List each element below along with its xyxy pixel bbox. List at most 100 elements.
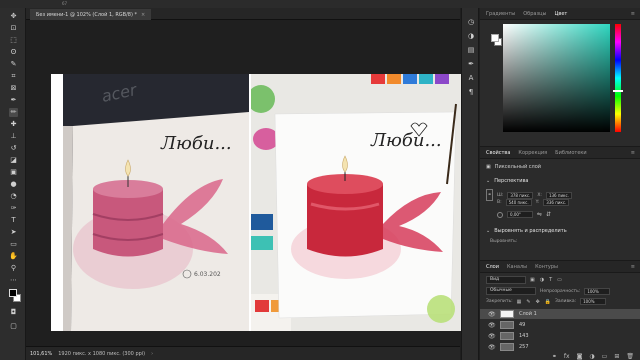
transform-section-header[interactable]: ⌄ Перспектива [486, 178, 529, 184]
visibility-eye-icon[interactable]: 👁 [488, 322, 496, 329]
filter-pixel-icon[interactable]: ▣ [530, 277, 535, 283]
color-panel [480, 20, 640, 148]
layer-row[interactable]: 👁 Слой 1 [480, 309, 640, 319]
quick-mask-icon[interactable]: ◘ [9, 308, 18, 317]
move-tool-icon[interactable]: ✥ [9, 12, 18, 21]
transform-section-title: Перспектива [494, 178, 529, 184]
layer-row[interactable]: 👁 49 [480, 320, 640, 330]
align-section-header[interactable]: ⌄ Выровнять и распределить [486, 228, 567, 234]
quick-select-icon[interactable]: ✎ [9, 60, 18, 69]
brush-settings-icon[interactable]: ✒ [467, 60, 475, 68]
new-group-icon[interactable]: ▭ [602, 353, 608, 360]
tab-gradients[interactable]: Градиенты [486, 11, 515, 17]
lasso-tool-icon[interactable]: ʘ [9, 48, 18, 57]
layer-row[interactable]: 👁 143 [480, 331, 640, 341]
lock-move-icon[interactable]: ✥ [536, 299, 540, 305]
angle-field[interactable]: 0,00° [507, 211, 533, 218]
character-panel-icon[interactable]: A [467, 74, 475, 82]
hue-slider[interactable] [615, 24, 621, 132]
clone-stamp-icon[interactable]: ⊥ [9, 132, 18, 141]
blur-tool-icon[interactable]: ● [9, 180, 18, 189]
color-panel-tabs: Градиенты Образцы Цвет ≡ [480, 8, 640, 20]
path-select-icon[interactable]: ➤ [9, 228, 18, 237]
link-layers-icon[interactable]: ⚭ [552, 353, 557, 360]
add-mask-icon[interactable]: ◙ [577, 353, 583, 360]
y-field[interactable]: 336 пикс. [543, 199, 570, 206]
visibility-eye-icon[interactable]: 👁 [488, 333, 496, 340]
frame-tool-icon[interactable]: ⊠ [9, 84, 18, 93]
opacity-label: Непрозрачность: [540, 288, 581, 294]
tab-libraries[interactable]: Библиотеки [555, 150, 587, 156]
delete-layer-icon[interactable]: 🗑 [626, 353, 634, 360]
tab-swatches[interactable]: Образцы [523, 11, 546, 17]
crop-tool-icon[interactable]: ⌗ [9, 72, 18, 81]
lock-brush-icon[interactable]: ✎ [526, 299, 530, 305]
filter-shape-icon[interactable]: ▭ [557, 277, 562, 283]
history-panel-icon[interactable]: ◷ [467, 18, 475, 26]
filter-adjust-icon[interactable]: ◑ [540, 277, 544, 283]
tab-layers[interactable]: Слои [486, 264, 499, 270]
layer-filter-select[interactable]: Вид [486, 276, 526, 284]
eyedropper-icon[interactable]: ✒ [9, 96, 18, 105]
tab-channels[interactable]: Каналы [507, 264, 527, 270]
layer-name: 143 [519, 333, 529, 339]
history-brush-icon[interactable]: ↺ [9, 144, 18, 153]
align-label-row: Выровнять: [490, 239, 517, 244]
panel-dock-strip: ◷ ◑ ▤ ✒ A ¶ [461, 8, 479, 360]
opacity-field[interactable]: 100% [584, 287, 611, 295]
document-canvas[interactable]: acer Люби... 6.03.202 Люби... [51, 74, 461, 331]
layer-row[interactable]: 👁 257 [480, 342, 640, 352]
canvas-area[interactable]: acer Люби... 6.03.202 Люби... [26, 21, 461, 346]
height-field[interactable]: 540 пикс. [505, 199, 532, 206]
status-expand-icon[interactable]: › [151, 351, 153, 357]
shape-tool-icon[interactable]: ▭ [9, 240, 18, 249]
hand-tool-icon[interactable]: ✋ [9, 252, 18, 261]
link-dimensions-icon[interactable]: ⚭ [486, 189, 493, 201]
spot-healing-icon[interactable]: ✚ [9, 120, 18, 129]
more-tools-icon[interactable]: ⋯ [9, 276, 18, 285]
styles-panel-icon[interactable]: ▤ [467, 46, 475, 54]
filter-type-icon[interactable]: T [549, 277, 552, 283]
layers-menu-icon[interactable]: ≡ [631, 264, 635, 270]
tab-adjustments[interactable]: Коррекция [518, 150, 547, 156]
dodge-tool-icon[interactable]: ◔ [9, 192, 18, 201]
document-tab[interactable]: Без имени-1 @ 102% (Слой 1, RGB/8) * × [30, 9, 152, 20]
paragraph-panel-icon[interactable]: ¶ [467, 88, 475, 96]
lock-all-icon[interactable]: 🔒 [545, 299, 551, 305]
new-layer-icon[interactable]: ⊞ [614, 353, 619, 360]
tab-paths[interactable]: Контуры [535, 264, 558, 270]
gradient-tool-icon[interactable]: ▣ [9, 168, 18, 177]
left-photo-illustration: acer Люби... 6.03.202 [63, 74, 249, 331]
fill-field[interactable]: 100% [580, 298, 607, 305]
properties-menu-icon[interactable]: ≡ [631, 150, 635, 156]
ruler-number: 67 [62, 1, 68, 6]
flip-horizontal-icon[interactable]: ⇋ [537, 211, 542, 218]
lock-transparent-icon[interactable]: ▦ [517, 299, 522, 305]
tab-color[interactable]: Цвет [554, 11, 567, 17]
flip-vertical-icon[interactable]: ⇵ [546, 211, 551, 218]
width-field[interactable]: 378 пикс. [507, 191, 534, 199]
close-tab-icon[interactable]: × [141, 12, 145, 18]
brush-tool-icon[interactable]: ✏ [9, 108, 18, 117]
panel-menu-icon[interactable]: ≡ [631, 11, 635, 17]
color-picker-field[interactable] [503, 24, 610, 132]
adjustment-layer-icon[interactable]: ◑ [589, 353, 594, 360]
adjustments-panel-icon[interactable]: ◑ [467, 32, 475, 40]
marquee-tool-icon[interactable]: ⬚ [9, 36, 18, 45]
artboard-icon[interactable]: ⊡ [9, 24, 18, 33]
pen-tool-icon[interactable]: ✑ [9, 204, 18, 213]
x-field[interactable]: 136 пикс. [545, 191, 572, 199]
screen-mode-icon[interactable]: ▢ [9, 322, 18, 331]
visibility-eye-icon[interactable]: 👁 [488, 344, 496, 351]
hue-slider-handle[interactable] [613, 90, 623, 92]
tab-properties[interactable]: Свойства [486, 150, 510, 156]
blend-mode-select[interactable]: Обычные [486, 287, 536, 295]
zoom-level[interactable]: 101,61% [30, 351, 52, 357]
visibility-eye-icon[interactable]: 👁 [488, 311, 496, 318]
zoom-tool-icon[interactable]: ⚲ [9, 264, 18, 273]
type-tool-icon[interactable]: T [9, 216, 18, 225]
color-panel-foreground-swatch[interactable] [491, 34, 499, 42]
foreground-color-swatch[interactable] [9, 289, 17, 297]
layer-style-icon[interactable]: fx [564, 353, 570, 360]
eraser-tool-icon[interactable]: ◪ [9, 156, 18, 165]
